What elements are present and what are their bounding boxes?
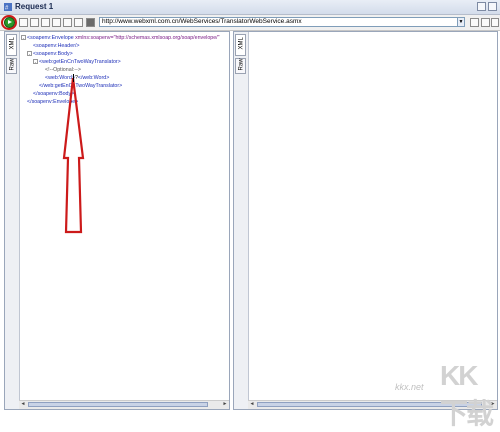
- tab-raw[interactable]: Raw: [235, 58, 246, 74]
- fold-toggle-icon[interactable]: -: [21, 35, 26, 41]
- xml-comment: <!--Optional:-->: [45, 67, 81, 73]
- recreate-request-icon[interactable]: [52, 18, 61, 27]
- response-pane: XML Raw ◄ ►: [233, 31, 498, 410]
- request-pane: XML Raw - <soapenv:Envelope xmlns:soapenv…: [4, 31, 230, 410]
- stop-icon[interactable]: [86, 18, 95, 27]
- xml-line: - <soapenv:Body>: [27, 50, 73, 58]
- clone-request-icon[interactable]: [41, 18, 50, 27]
- request-horizontal-scrollbar[interactable]: ◄ ►: [19, 400, 229, 409]
- window-titlebar: # Request 1: [0, 0, 500, 15]
- fold-toggle-icon[interactable]: -: [33, 59, 38, 65]
- tab-xml[interactable]: XML: [235, 34, 246, 56]
- request-view-tabs: XML Raw: [5, 32, 20, 409]
- detach-button[interactable]: [477, 2, 486, 11]
- xml-tag: <web:Word>: [45, 75, 75, 81]
- watermark-text: kkx.net: [395, 382, 424, 392]
- request-toolbar: http://www.webxml.com.cn/WebServices/Tra…: [0, 15, 500, 31]
- tile-horizontally-icon[interactable]: [470, 18, 479, 27]
- xml-line: - <soapenv:Envelope xmlns:soapenv="http:/…: [21, 34, 220, 42]
- xml-line: </soapenv:Envelope>: [21, 98, 78, 106]
- tile-vertically-icon[interactable]: [481, 18, 490, 27]
- xml-tag: <soapenv:Body>: [33, 51, 73, 57]
- create-test-case-icon[interactable]: [74, 18, 83, 27]
- watermark-logo: KK下载: [440, 360, 494, 429]
- tab-xml[interactable]: XML: [6, 34, 17, 56]
- text-cursor: [73, 74, 74, 82]
- xml-tag: <soapenv:Envelope: [27, 35, 76, 41]
- xml-attr: xmlns:soapenv="http://schemas.xmlsoap.or…: [75, 35, 220, 41]
- xml-tag: </soapenv:Body>: [33, 91, 75, 97]
- xml-tag: </web:Word>: [77, 75, 110, 81]
- xml-line: - <web:getEnCnTwoWayTranslator>: [33, 58, 121, 66]
- add-assertion-icon[interactable]: [19, 18, 28, 27]
- xml-tag: <soapenv:Header/>: [33, 43, 80, 49]
- help-icon[interactable]: [491, 18, 499, 27]
- url-dropdown-arrow[interactable]: ▼: [457, 17, 465, 27]
- request-icon: #: [4, 3, 12, 11]
- request-xml-editor[interactable]: - <soapenv:Envelope xmlns:soapenv="http:/…: [19, 32, 229, 401]
- endpoint-url-field[interactable]: http://www.webxml.com.cn/WebServices/Tra…: [99, 17, 462, 27]
- xml-line: </web:getEnCnTwoWayTranslator>: [33, 82, 122, 90]
- copy-icon[interactable]: [63, 18, 72, 27]
- xml-line: <soapenv:Header/>: [27, 42, 80, 50]
- response-view-tabs: XML Raw: [234, 32, 249, 409]
- scroll-left-arrow[interactable]: ◄: [19, 401, 27, 408]
- create-empty-request-icon[interactable]: [30, 18, 39, 27]
- window-title: Request 1: [15, 2, 54, 11]
- tab-raw[interactable]: Raw: [6, 58, 17, 74]
- xml-tag: </soapenv:Envelope>: [27, 99, 79, 105]
- xml-line: <web:Word>?</web:Word>: [39, 74, 109, 82]
- xml-tag: </web:getEnCnTwoWayTranslator>: [39, 83, 123, 89]
- scroll-left-arrow[interactable]: ◄: [248, 401, 256, 408]
- xml-tag: <web:getEnCnTwoWayTranslator>: [39, 59, 121, 65]
- xml-line: </soapenv:Body>: [27, 90, 74, 98]
- scroll-right-arrow[interactable]: ►: [221, 401, 229, 408]
- response-xml-editor[interactable]: [248, 32, 497, 401]
- xml-line: <!--Optional:-->: [39, 66, 81, 74]
- run-highlight-circle: [1, 15, 17, 30]
- scroll-thumb[interactable]: [28, 402, 208, 407]
- maximize-button[interactable]: [488, 2, 497, 11]
- fold-toggle-icon[interactable]: -: [27, 51, 32, 57]
